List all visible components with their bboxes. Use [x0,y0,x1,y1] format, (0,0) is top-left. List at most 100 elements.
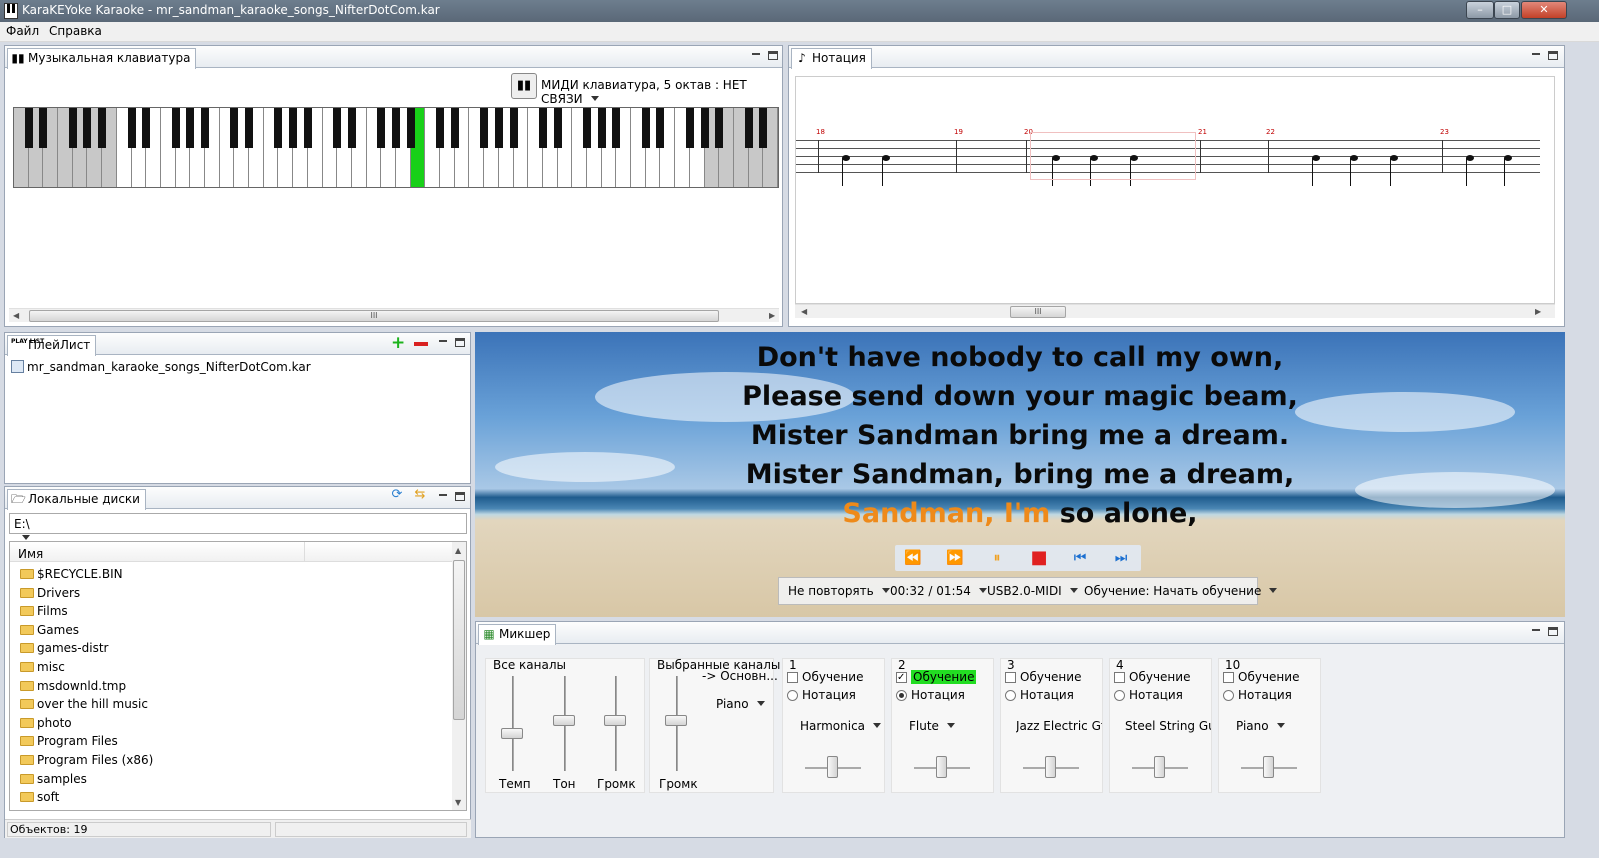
fast-forward-icon[interactable]: ⏩ [945,549,965,567]
rewind-icon[interactable]: ⏪ [903,549,923,567]
minimize-button[interactable]: – [1466,1,1494,19]
folder-row[interactable]: Films [20,604,68,618]
black-key[interactable] [127,108,136,148]
folder-row[interactable]: Games [20,623,79,637]
learn-checkbox[interactable] [787,672,798,683]
vertical-slider-thumb[interactable] [501,728,523,740]
tab-keyboard[interactable]: ▮▮ Музыкальная клавиатура [7,48,197,69]
vertical-slider-thumb[interactable] [665,714,687,726]
stop-icon[interactable]: ■ [1029,549,1049,567]
black-key[interactable] [509,108,518,148]
vertical-slider-thumb[interactable] [553,714,575,726]
vertical-slider-track[interactable] [512,676,514,771]
maximize-panel-button[interactable] [455,338,465,347]
folder-row[interactable]: msdownld.tmp [20,679,126,693]
black-key[interactable] [553,108,562,148]
black-key[interactable] [333,108,342,148]
black-key[interactable] [700,108,709,148]
black-key[interactable] [274,108,283,148]
folder-row[interactable]: samples [20,772,87,786]
remove-icon[interactable] [414,342,428,346]
previous-icon[interactable]: ⏮ [1070,549,1090,567]
piano-keyboard[interactable] [13,107,779,188]
black-key[interactable] [83,108,92,148]
folder-row[interactable]: Program Files (x86) [20,753,153,767]
tab-notation[interactable]: ♪ Нотация [791,48,872,69]
minimize-panel-button[interactable] [750,49,762,61]
black-key[interactable] [744,108,753,148]
black-key[interactable] [715,108,724,148]
tab-local-disks[interactable]: 🗁 Локальные диски [7,489,146,510]
minimize-panel-button[interactable] [1530,49,1542,61]
maximize-panel-button[interactable] [1548,51,1558,60]
file-scroll-thumb[interactable] [453,560,465,720]
black-key[interactable] [377,108,386,148]
folder-row[interactable]: Program Files [20,734,118,748]
notation-radio[interactable] [1005,690,1016,701]
black-key[interactable] [24,108,33,148]
minimize-panel-button[interactable] [437,490,449,502]
add-icon[interactable]: + [391,335,405,352]
black-key[interactable] [759,108,768,148]
scroll-up-icon[interactable]: ▲ [455,546,461,555]
black-key[interactable] [201,108,209,148]
learn-checkbox[interactable] [1223,672,1234,683]
black-key[interactable] [480,108,489,148]
learn-checkbox[interactable] [1114,672,1125,683]
black-key[interactable] [612,108,621,148]
black-key[interactable] [392,108,400,148]
notation-scroll-thumb[interactable]: III [1010,306,1066,318]
pause-icon[interactable]: ⏸ [987,549,1007,567]
black-key[interactable] [436,108,445,148]
sync-icon[interactable]: ⇆ [414,488,426,502]
tab-playlist[interactable]: PLAY LIST ПлейЛист [7,335,97,356]
folder-row[interactable]: soft [20,790,59,804]
instrument-select[interactable]: Flute [909,719,955,733]
folder-row[interactable]: $RECYCLE.BIN [20,567,123,581]
black-key[interactable] [39,108,48,148]
balance-slider-thumb[interactable] [827,756,838,778]
column-name[interactable]: Имя [18,547,43,561]
drive-refresh-icon[interactable]: ⟳ [391,488,403,502]
instrument-select[interactable]: Jazz Electric Gtr [1016,719,1102,733]
black-key[interactable] [142,108,151,148]
learn-checkbox[interactable] [1005,672,1016,683]
black-key[interactable] [538,108,547,148]
black-key[interactable] [230,108,239,148]
black-key[interactable] [347,108,356,148]
learning-select[interactable]: Обучение: Начать обучение [1084,584,1277,598]
black-key[interactable] [303,108,312,148]
instrument-select[interactable]: Steel String Guit [1125,719,1211,733]
device-select[interactable]: МИДИ клавиатура, 5 октав : НЕТ СВЯЗИ [541,78,782,106]
close-button[interactable]: ✕ [1521,1,1567,19]
scroll-right-icon[interactable]: ▶ [1535,307,1541,316]
maximize-button[interactable]: □ [1494,1,1520,19]
tab-mixer[interactable]: ▦ Микшер [478,624,557,645]
menu-file[interactable]: Файл [6,24,39,38]
folder-row[interactable]: Drivers [20,586,80,600]
black-key[interactable] [406,108,415,148]
scroll-right-icon[interactable]: ▶ [769,311,775,320]
selected-instrument-select[interactable]: Piano [716,697,765,711]
keyboard-device-icon[interactable]: ▮▮ [511,73,537,99]
scroll-down-icon[interactable]: ▼ [455,798,461,807]
black-key[interactable] [171,108,180,148]
balance-slider-thumb[interactable] [1045,756,1056,778]
midi-device-select[interactable]: USB2.0-MIDI [987,584,1078,598]
notation-radio[interactable] [1114,690,1125,701]
notation-radio[interactable] [1223,690,1234,701]
keyboard-scrollbar[interactable]: ◀ III ▶ [9,308,779,322]
black-key[interactable] [450,108,459,148]
scroll-thumb[interactable]: III [29,310,719,322]
file-list-scrollbar[interactable]: ▲ ▼ [452,542,466,810]
folder-row[interactable]: misc [20,660,65,674]
folder-row[interactable]: over the hill music [20,697,148,711]
maximize-panel-button[interactable] [768,51,778,60]
instrument-select[interactable]: Piano [1236,719,1285,733]
notation-radio[interactable] [787,690,798,701]
notation-radio[interactable] [896,690,907,701]
maximize-panel-button[interactable] [1548,627,1558,636]
black-key[interactable] [98,108,107,148]
black-key[interactable] [583,108,591,148]
repeat-select[interactable]: Не повторять [788,584,890,598]
